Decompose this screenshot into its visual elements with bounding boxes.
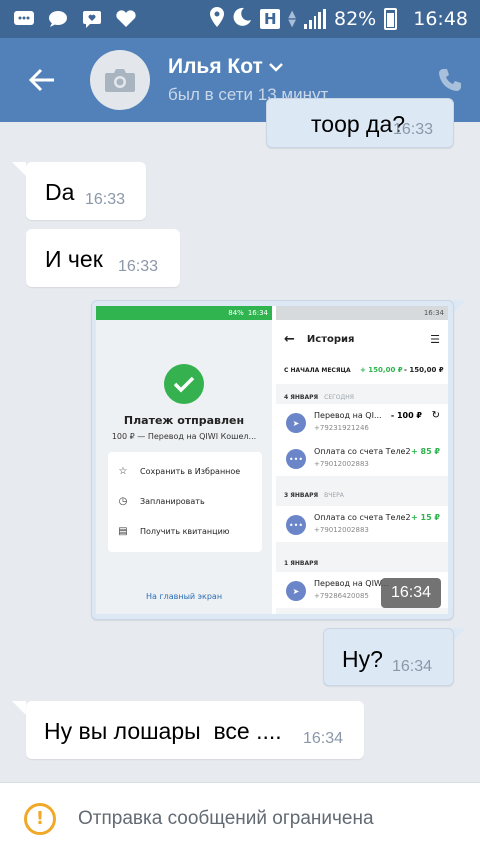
message-text: И чек xyxy=(45,246,103,272)
section-date: 4 ЯНВАРЯ СЕГОДНЯ xyxy=(284,394,354,401)
moon-icon xyxy=(232,7,252,32)
contact-name: Илья Кот xyxy=(168,55,263,78)
warning-icon: ! xyxy=(24,802,56,835)
location-icon xyxy=(210,6,225,32)
battery-icon xyxy=(384,8,398,30)
mini-status-bar: 84% 16:34 xyxy=(96,306,272,320)
message-bubble-outgoing[interactable]: Ну? 16:34 xyxy=(323,628,454,686)
avatar[interactable] xyxy=(90,50,150,110)
messaging-restricted-notice: ! Отправка сообщений ограничена xyxy=(0,782,480,854)
image-time-badge: 16:34 xyxy=(381,578,441,608)
message-bubble-incoming[interactable]: Ну вы лошары все .... 16:34 xyxy=(26,701,364,759)
message-square-icon xyxy=(12,9,36,29)
back-arrow-icon: ← xyxy=(284,331,295,347)
back-button[interactable] xyxy=(0,38,84,122)
bubble-tail xyxy=(12,701,26,715)
more-dots-icon: ••• xyxy=(286,515,306,535)
payment-options: ☆ Сохранить в Избранное ◷ Запланировать … xyxy=(108,452,262,552)
payment-sent-screen: 84% 16:34 Платеж отправлен 100 ₽ — Перев… xyxy=(96,306,272,614)
transfer-icon: ➤ xyxy=(286,581,306,601)
clock: 16:48 xyxy=(413,8,468,30)
message-time: 16:33 xyxy=(393,121,434,138)
payment-subtitle: 100 ₽ — Перевод на QIWI Кошел... xyxy=(111,432,257,441)
option-schedule: ◷ Запланировать xyxy=(108,486,262,516)
camera-icon xyxy=(105,69,135,92)
message-text: Ну вы лошары все .... xyxy=(44,718,282,744)
chat-bubble-icon xyxy=(46,9,70,29)
message-time: 16:33 xyxy=(118,258,159,275)
history-header: ← История ☰ xyxy=(276,320,448,358)
network-badge: H xyxy=(260,9,281,29)
message-text: тоор да? xyxy=(311,111,406,137)
call-button[interactable] xyxy=(420,67,480,93)
option-receipt: ▤ Получить квитанцию xyxy=(108,516,262,546)
message-text: Ну? xyxy=(342,646,383,672)
transaction-row: ••• Оплата со счета Теле2 +79012002883 +… xyxy=(276,440,448,476)
transfer-icon: ➤ xyxy=(286,413,306,433)
history-screen: 16:34 ← История ☰ С НАЧАЛА МЕСЯЦА + 150,… xyxy=(276,306,448,614)
month-summary: С НАЧАЛА МЕСЯЦА + 150,00 ₽ - 150,00 ₽ xyxy=(276,358,448,384)
repeat-icon: ↻ xyxy=(431,410,440,421)
status-bar: H ▲ ▼ 82% 16:48 xyxy=(0,0,480,38)
section-date: 3 ЯНВАРЯ ВЧЕРА xyxy=(284,492,344,499)
clock-icon: ◷ xyxy=(118,495,128,507)
home-link: На главный экран xyxy=(145,592,223,601)
history-title: История xyxy=(306,333,355,345)
transaction-row: ➤ Перевод на QI... +79231921246 - 100 ₽ … xyxy=(276,404,448,440)
message-bubble-incoming[interactable]: И чек 16:33 xyxy=(26,229,180,287)
battery-percent: 82% xyxy=(334,8,377,30)
heart-icon xyxy=(114,9,138,29)
notice-text: Отправка сообщений ограничена xyxy=(78,807,374,829)
message-bubble-outgoing[interactable]: тоор да? 16:33 xyxy=(266,98,454,148)
data-arrows-icon: ▲ ▼ xyxy=(288,9,296,29)
bubble-tail xyxy=(452,300,466,314)
attached-screenshot[interactable]: 84% 16:34 Платеж отправлен 100 ₽ — Перев… xyxy=(96,306,448,614)
mini-status-bar: 16:34 xyxy=(276,306,448,320)
message-bubble-incoming[interactable]: Da 16:33 xyxy=(26,162,146,220)
message-time: 16:34 xyxy=(303,730,344,747)
transaction-row: ••• Оплата со счета Теле2 +79012002883 +… xyxy=(276,506,448,542)
option-save-favorite: ☆ Сохранить в Избранное xyxy=(108,456,262,486)
bubble-tail xyxy=(452,628,466,642)
bubble-tail xyxy=(12,162,26,176)
chevron-down-icon xyxy=(268,63,283,72)
message-time: 16:33 xyxy=(85,191,126,208)
payment-title: Платеж отправлен xyxy=(123,414,245,427)
signal-icon xyxy=(304,9,326,29)
phone-icon xyxy=(439,69,461,91)
checkmark-icon xyxy=(164,364,204,404)
message-time: 16:34 xyxy=(392,658,433,675)
section-date: 1 ЯНВАРЯ xyxy=(284,560,319,567)
receipt-icon: ▤ xyxy=(118,525,128,537)
filter-icon: ☰ xyxy=(430,332,440,346)
message-text: Da xyxy=(45,179,75,205)
back-arrow-icon xyxy=(28,68,54,92)
more-dots-icon: ••• xyxy=(286,449,306,469)
star-icon: ☆ xyxy=(118,465,128,477)
chat-heart-icon xyxy=(80,9,104,29)
